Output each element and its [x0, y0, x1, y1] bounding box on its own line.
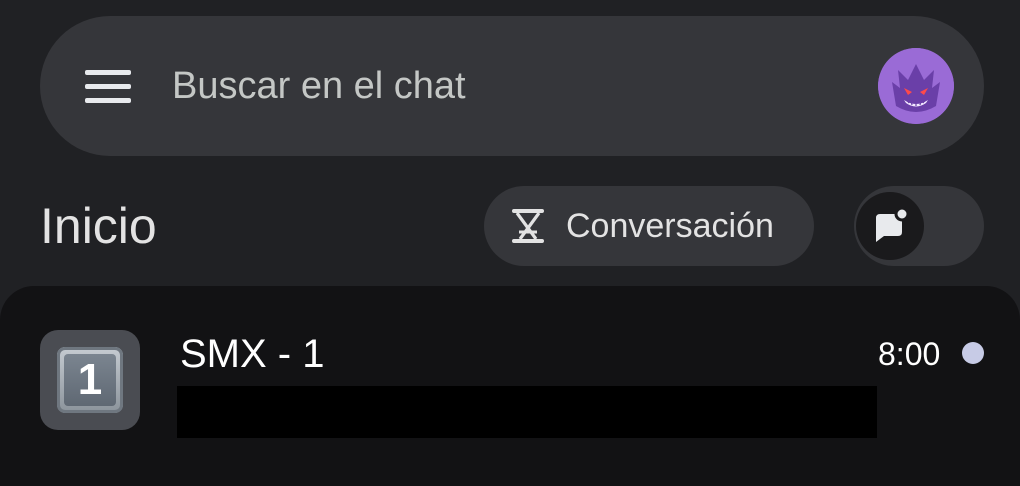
chat-avatar: 1 [40, 330, 140, 430]
keycap-digit: 1 [64, 354, 116, 406]
keycap-digit-icon: 1 [57, 347, 123, 413]
chat-list-card: 1 SMX - 1 8:00 [0, 286, 1020, 486]
chat-preview-redacted [177, 386, 877, 438]
app-root: Buscar en el chat Inicio Conversación 1 … [0, 0, 1020, 486]
unread-dot [962, 342, 984, 364]
search-input[interactable]: Buscar en el chat [172, 62, 466, 110]
search-bar[interactable]: Buscar en el chat [40, 16, 984, 156]
conversation-chip-button[interactable]: Conversación [484, 186, 814, 266]
ghost-creature-avatar-icon [878, 48, 954, 124]
chat-name: SMX - 1 [180, 332, 325, 376]
chat-bubble-toggle[interactable] [854, 186, 984, 266]
toggle-knob [856, 192, 924, 260]
page-title: Inicio [40, 198, 157, 254]
chat-bubble-badge-icon [876, 206, 910, 242]
conversation-summary-icon [512, 209, 544, 243]
profile-avatar[interactable] [878, 48, 954, 124]
conversation-chip-label: Conversación [566, 207, 774, 245]
chat-list-item[interactable]: 1 SMX - 1 8:00 [0, 286, 1020, 476]
hamburger-menu-icon[interactable] [80, 66, 136, 110]
chat-time: 8:00 [878, 336, 941, 372]
